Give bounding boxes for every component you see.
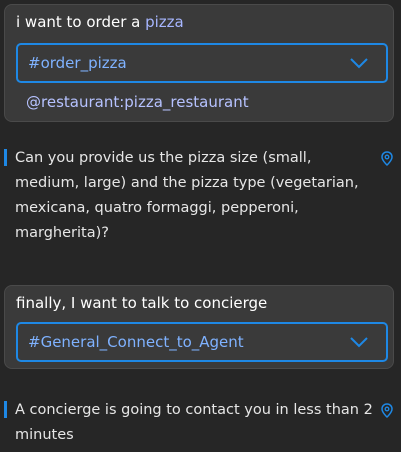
user-example-card-1: i want to order a pizza #order_pizza @re… (4, 4, 394, 122)
entity-tag[interactable]: @restaurant:pizza_restaurant (26, 93, 249, 111)
user-example-text-prefix: i want to order a (16, 13, 146, 31)
response-indicator-bar (4, 149, 7, 166)
intent-dropdown[interactable]: #General_Connect_to_Agent (16, 322, 388, 362)
bot-response-1: Can you provide us the pizza size (small… (4, 146, 374, 246)
map-pin-icon[interactable] (381, 403, 393, 418)
response-indicator-bar (4, 401, 7, 418)
intent-dropdown-value: #General_Connect_to_Agent (28, 333, 244, 351)
bot-response-2: A concierge is going to contact you in l… (4, 398, 374, 448)
highlighted-entity-word: pizza (145, 13, 184, 31)
chevron-down-icon (350, 337, 368, 348)
intent-dropdown-value: #order_pizza (28, 54, 127, 72)
map-pin-icon[interactable] (381, 151, 393, 166)
user-example-text: i want to order a pizza (16, 13, 184, 31)
chevron-down-icon (350, 58, 368, 69)
bot-response-text: Can you provide us the pizza size (small… (15, 150, 359, 241)
user-example-card-2: finally, I want to talk to concierge #Ge… (4, 285, 394, 369)
intent-dropdown[interactable]: #order_pizza (16, 43, 388, 83)
bot-response-text: A concierge is going to contact you in l… (15, 402, 373, 443)
user-example-text: finally, I want to talk to concierge (16, 294, 268, 312)
